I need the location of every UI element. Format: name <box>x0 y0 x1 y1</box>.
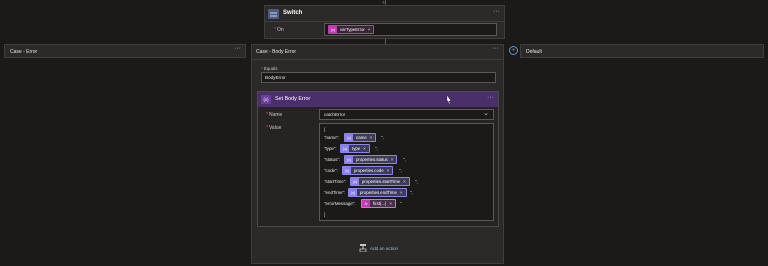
add-action-button[interactable]: Add an action <box>359 244 399 253</box>
set-variable-header[interactable]: {x} Set Body Error ··· <box>258 92 498 107</box>
variable-icon: {x} <box>341 145 349 152</box>
token-endtime[interactable]: {x} properties.endTime × <box>348 188 407 197</box>
token-status[interactable]: {x} properties.status × <box>344 155 398 164</box>
token-starttime[interactable]: {x} properties.startTime × <box>350 177 410 186</box>
row-key-errormessage: "errorMessage": <box>324 201 356 206</box>
close-icon[interactable]: × <box>400 190 403 195</box>
case-body-error-card[interactable]: Case - Body Error ··· *Equals BodyError … <box>251 44 504 264</box>
switch-on-field[interactable]: {x} varTypeError × <box>324 23 497 36</box>
case-body-error-title: Case - Body Error <box>256 49 297 55</box>
function-icon: fx <box>362 200 370 207</box>
add-action-label: Add an action <box>370 245 399 251</box>
row-key-name: "name": <box>324 135 340 140</box>
token-code[interactable]: {x} properties.code × <box>342 166 394 175</box>
row-key-code: "code": <box>324 168 338 173</box>
add-action-icon <box>359 244 367 253</box>
row-trail: ", <box>375 146 378 151</box>
set-variable-card[interactable]: {x} Set Body Error ··· *Name catchError … <box>257 91 499 227</box>
row-trail: ", <box>399 168 402 173</box>
close-icon[interactable]: × <box>387 168 390 173</box>
case-body-error-more-icon[interactable]: ··· <box>492 45 499 52</box>
name-value: catchError <box>324 112 346 117</box>
close-icon[interactable]: × <box>370 135 373 140</box>
variable-icon: {x} <box>329 26 337 33</box>
set-variable-title: Set Body Error <box>275 96 311 102</box>
case-error-more-icon[interactable]: ··· <box>234 45 241 52</box>
add-case-button[interactable]: + <box>509 46 518 55</box>
value-label: *Value <box>266 125 282 131</box>
variable-icon: {x} <box>345 134 353 141</box>
token-errormessage[interactable]: fx first(...) × <box>361 199 397 208</box>
switch-title: Switch <box>283 10 303 16</box>
name-select[interactable]: catchError ⌄ <box>319 109 494 120</box>
variable-icon: {x} <box>349 189 357 196</box>
equals-value: BodyError <box>265 75 286 80</box>
row-trail: ", <box>410 190 413 195</box>
equals-label: *Equals <box>261 66 278 71</box>
value-editor[interactable]: { "name": {x} name × ", "type": {x} type… <box>319 123 494 221</box>
row-key-status: "status": <box>324 157 341 162</box>
row-trail: " <box>400 201 402 206</box>
row-key-starttime: "startTime": <box>324 179 347 184</box>
default-case-card[interactable]: Default <box>520 44 764 58</box>
switch-divider <box>265 21 504 22</box>
switch-on-label: *On <box>274 27 284 33</box>
close-icon[interactable]: × <box>389 201 392 206</box>
close-icon[interactable]: × <box>391 157 394 162</box>
switch-card[interactable]: Switch ··· *On {x} varTypeError × <box>264 5 505 39</box>
switch-icon <box>268 9 279 19</box>
case-error-title: Case - Error <box>10 49 38 55</box>
name-label: *Name <box>266 112 283 118</box>
chevron-down-icon[interactable]: ⌄ <box>483 109 489 117</box>
cursor-icon <box>446 94 452 106</box>
variable-icon: {x} <box>351 178 359 185</box>
add-case-plus-icon: + <box>511 47 516 54</box>
equals-input[interactable]: BodyError <box>261 72 496 83</box>
variable-icon: {x} <box>345 156 353 163</box>
token-type[interactable]: {x} type × <box>340 144 370 153</box>
close-brace: } <box>324 212 326 217</box>
switch-on-token-label: varTypeError <box>340 27 365 32</box>
case-body-divider <box>252 59 503 60</box>
close-icon[interactable]: × <box>403 179 406 184</box>
switch-more-icon[interactable]: ··· <box>493 8 500 15</box>
set-variable-icon: {x} <box>261 95 271 104</box>
row-key-endtime: "endTime": <box>324 190 346 195</box>
default-case-title: Default <box>526 49 542 55</box>
row-key-type: "type": <box>324 146 337 151</box>
row-trail: ", <box>415 179 418 184</box>
variable-icon: {x} <box>343 167 351 174</box>
row-trail: ", <box>381 135 384 140</box>
set-variable-more-icon[interactable]: ··· <box>487 94 494 101</box>
close-icon[interactable]: × <box>368 27 371 32</box>
case-error-card[interactable]: Case - Error ··· <box>4 44 246 58</box>
switch-on-token[interactable]: {x} varTypeError × <box>328 25 375 34</box>
close-icon[interactable]: × <box>363 146 366 151</box>
row-trail: ", <box>403 157 406 162</box>
token-name[interactable]: {x} name × <box>344 133 377 142</box>
open-brace: { <box>324 127 326 132</box>
